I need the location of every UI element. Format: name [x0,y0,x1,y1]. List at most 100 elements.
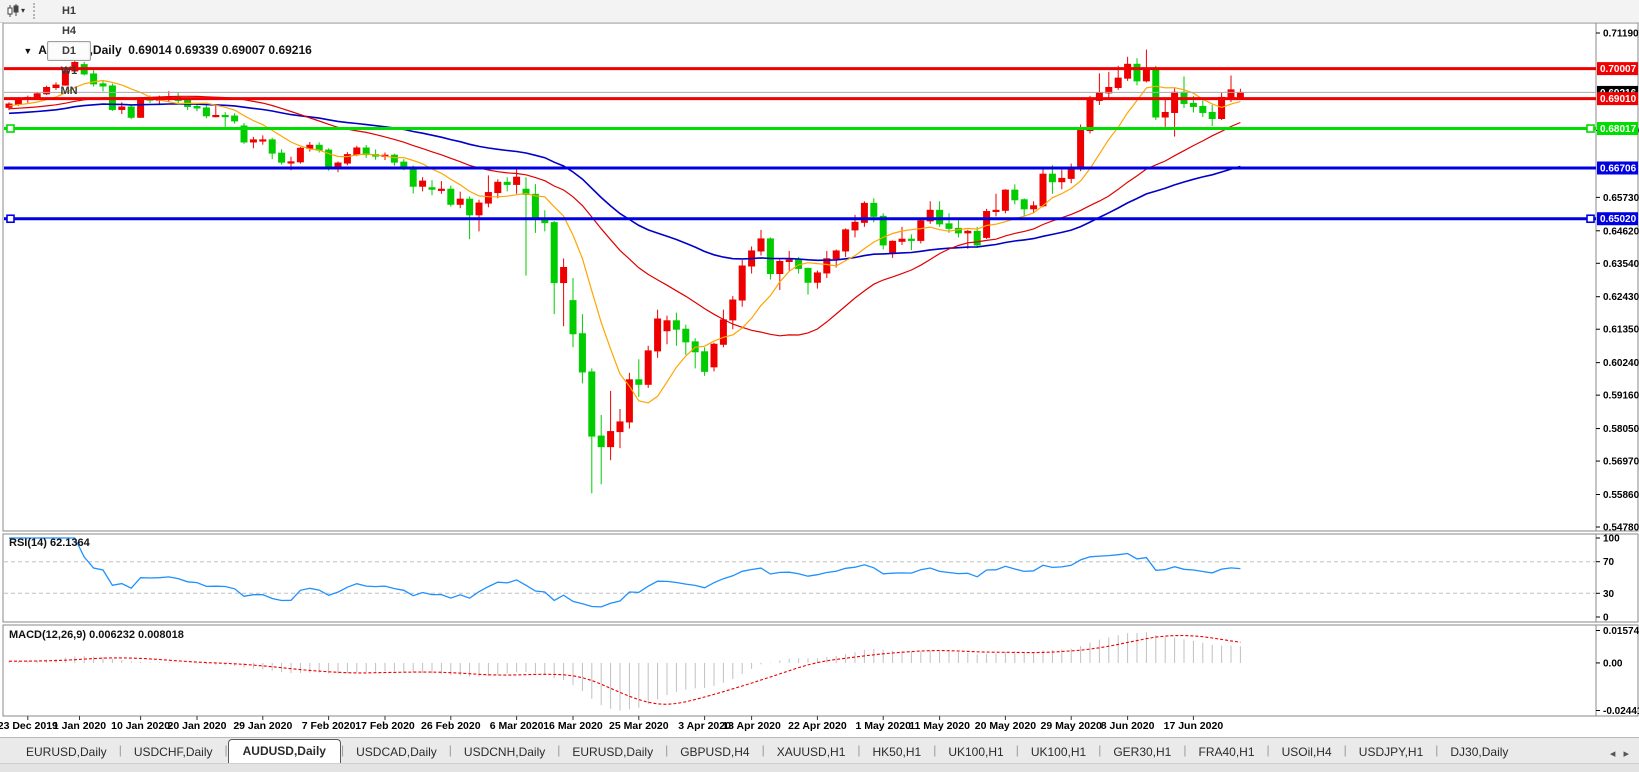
date-label: 7 Feb 2020 [302,720,356,732]
periodicity-toolbar: ▾ M1M5M15M30H1H4D1W1MN [0,0,1639,97]
candle-body [437,188,445,191]
chart-tab-9[interactable]: UK100,H1 [936,741,1015,764]
candle-body [757,238,765,252]
candle-body [287,161,295,164]
chart-tab-0[interactable]: EURUSD,Daily [14,741,119,764]
timeframe-button-MN[interactable]: MN [47,81,91,101]
svg-text:0.65020: 0.65020 [1600,214,1637,225]
svg-text:0.68017: 0.68017 [1600,124,1637,135]
candle-body [710,343,718,368]
collapse-triangle-icon[interactable]: ▼ [23,46,32,56]
timeframe-button-H4[interactable]: H4 [47,21,91,41]
candle-body [560,267,568,284]
candle-body [1142,68,1150,82]
candle-body [212,114,220,118]
date-label: 20 Jan 2020 [168,720,227,732]
candle-body [672,320,680,330]
candle-body [682,328,690,343]
date-label: 25 Mar 2020 [609,720,669,732]
level-line-handle[interactable] [6,124,15,133]
candle-body [221,114,229,118]
chart-tab-5[interactable]: EURUSD,Daily [560,741,665,764]
rsi-tick-label: 0 [1603,613,1609,624]
price-tick-label: 0.55860 [1603,490,1639,501]
chart-tab-10[interactable]: UK100,H1 [1019,741,1098,764]
candle-body [644,350,652,385]
time-axis[interactable]: 23 Dec 20191 Jan 2020 10 Jan 202020 Jan 2… [0,716,1223,732]
chart-tab-2[interactable]: AUDUSD,Daily [227,739,341,764]
level-line-handle[interactable] [6,214,15,224]
macd-indicator-label: MACD(12,26,9) 0.006232 0.008018 [9,629,184,641]
level-line-handle[interactable] [1586,124,1595,133]
candle-body [296,147,304,163]
candle-body [278,152,286,163]
chart-tab-8[interactable]: HK50,H1 [861,741,934,764]
candle-body [588,371,596,437]
date-label: 23 Dec 2019 [0,720,58,732]
candle-body [484,192,492,204]
candle-body [1133,63,1141,82]
chart-area[interactable]: 0.711900.679500.657300.646200.635400.624… [0,0,1639,737]
chart-type-button[interactable]: ▾ [2,3,29,19]
candle-body [992,209,1000,213]
level-price-tag-0.66706: 0.66706 [1597,161,1638,175]
rsi-tick-label: 70 [1603,557,1615,568]
chart-tab-11[interactable]: GER30,H1 [1101,741,1183,764]
candle-body [898,238,906,242]
chart-tab-12[interactable]: FRA40,H1 [1186,741,1266,764]
date-label: 17 Feb 2020 [355,720,415,732]
candle-body [1039,173,1047,207]
panel-frame [2,624,1639,717]
candle-body [1171,91,1179,113]
level-price-tag-0.65020: 0.65020 [1597,212,1638,226]
date-label: 29 Jan 2020 [233,720,292,732]
date-label: 13 Apr 2020 [722,720,781,732]
candle-body [447,188,455,205]
candlestick-chart-icon [7,4,19,17]
macd-tick-label: -0.024412 [1603,706,1639,717]
chart-tab-14[interactable]: USDJPY,H1 [1347,741,1435,764]
candle-body [964,230,972,234]
svg-text:0.66706: 0.66706 [1600,163,1637,174]
candle-body [701,351,709,372]
chart-tab-13[interactable]: USOil,H4 [1270,741,1344,764]
chart-tab-7[interactable]: XAUUSD,H1 [765,741,858,764]
candle-body [616,421,624,433]
tab-scroll-left-icon[interactable]: ◂ [1610,748,1616,760]
date-label: 26 Feb 2020 [421,720,481,732]
date-label: 29 May 2020 [1041,720,1102,732]
chart-tab-bar: EURUSD,Daily | USDCHF,Daily | AUDUSD,Daily | U… [0,737,1639,764]
chart-tab-6[interactable]: GBPUSD,H4 [668,741,761,764]
candle-body [1077,130,1085,170]
window-bottom-edge [0,763,1639,772]
toolbar-grip[interactable] [33,3,40,19]
timeframe-button-H1[interactable]: H1 [47,1,91,21]
candle-body [879,215,887,246]
candle-body [1030,205,1038,210]
timeframe-button-D1[interactable]: D1 [47,41,92,61]
price-tick-label: 0.58050 [1603,424,1639,435]
candle-body [475,202,483,216]
candle-body [1189,102,1197,107]
candle-body [127,106,135,118]
timeframe-button-W1[interactable]: W1 [47,61,91,81]
level-price-tag-0.68017: 0.68017 [1597,122,1638,136]
chart-tab-4[interactable]: USDCNH,Daily [452,741,557,764]
tab-scroll-right-icon[interactable]: ▸ [1623,748,1629,760]
candle-body [785,259,793,262]
date-label: 1 Jan 2020 [53,720,106,732]
candle-body [419,180,427,187]
candle-body [268,139,276,154]
candle-body [569,300,577,335]
level-line-handle[interactable] [1586,214,1595,224]
chart-tab-3[interactable]: USDCAD,Daily [344,741,449,764]
candle-body [531,193,539,219]
candle-body [503,181,511,185]
date-label: 17 Jun 2020 [1164,720,1224,732]
chart-tab-1[interactable]: USDCHF,Daily [122,741,225,764]
rsi-tick-label: 100 [1603,534,1620,545]
price-tick-label: 0.60240 [1603,358,1639,369]
candle-body [729,299,737,321]
price-tick-label: 0.59160 [1603,391,1639,402]
chart-tab-15[interactable]: DJ30,Daily [1438,741,1520,764]
